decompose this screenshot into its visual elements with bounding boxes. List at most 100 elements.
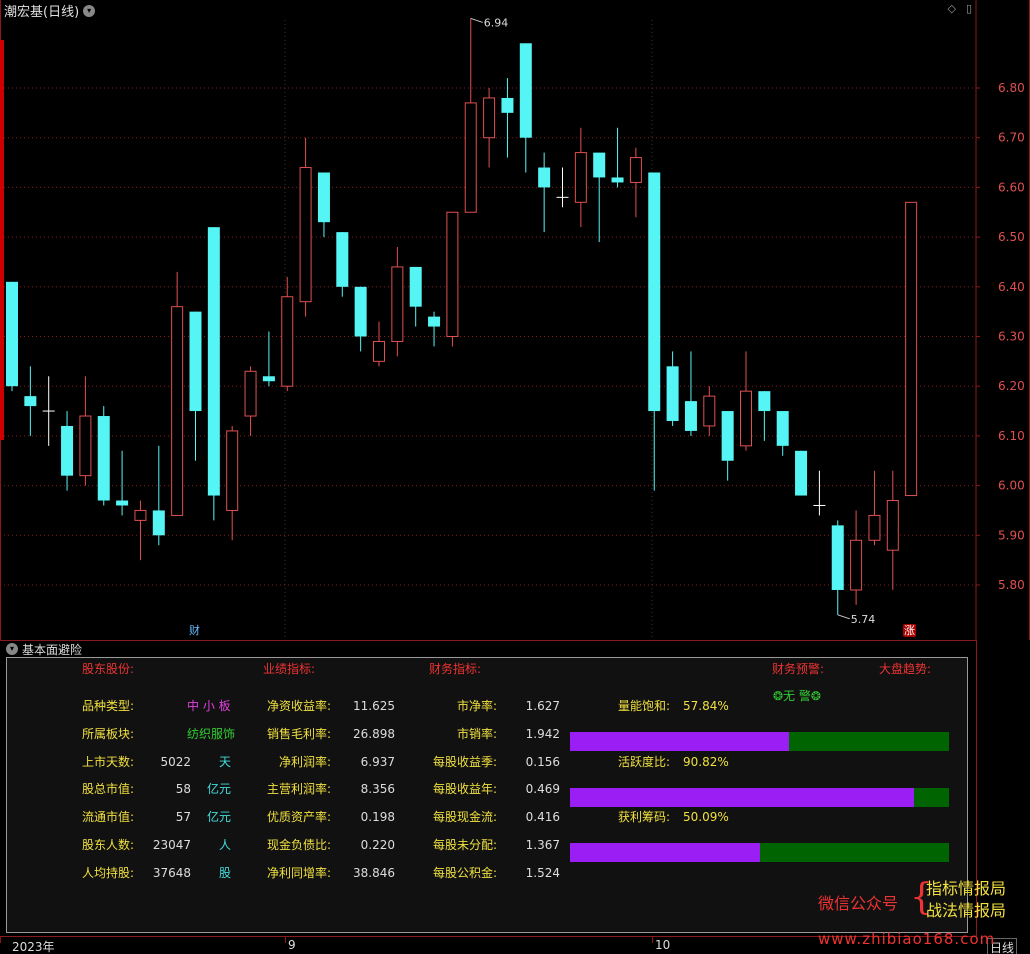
candle-body bbox=[538, 167, 551, 188]
candle-body bbox=[501, 97, 514, 113]
candle-body bbox=[189, 311, 202, 412]
candle-body bbox=[171, 306, 184, 516]
candle-body bbox=[703, 395, 716, 427]
time-tick bbox=[285, 937, 286, 943]
financial-label: 市销率: bbox=[456, 726, 497, 741]
holder-value: 纺织服饰 bbox=[187, 726, 236, 741]
header-performance: 业绩指标: bbox=[263, 662, 316, 676]
candle-body bbox=[281, 296, 294, 387]
window-controls: ◇ ▯ bbox=[947, 2, 972, 15]
price-label: 6.30 bbox=[998, 330, 1025, 344]
financial-value: 0.469 bbox=[525, 782, 560, 797]
diamond-icon[interactable]: ◇ bbox=[947, 2, 955, 15]
kline-chart-area[interactable]: 6.80 6.70 6.60 6.50 6.40 6.30 6.20 6.10 6.00 5.90… bbox=[0, 0, 1030, 640]
performance-value: 11.625 bbox=[353, 699, 395, 713]
candle-body bbox=[409, 266, 422, 307]
price-label: 5.90 bbox=[998, 528, 1025, 542]
candle-body bbox=[850, 539, 863, 591]
candle-body bbox=[886, 500, 899, 551]
candle-body bbox=[226, 430, 239, 511]
chevron-down-icon[interactable]: ▾ bbox=[6, 643, 18, 655]
candle-body bbox=[244, 370, 257, 417]
finance-badge[interactable]: 财 bbox=[188, 624, 201, 637]
meter-bar-fill bbox=[570, 843, 760, 863]
watermark-brands: 指标情报局 战法情报局 bbox=[926, 878, 1006, 922]
chart-title-bar: 潮宏基(日线) ▾ bbox=[4, 1, 96, 20]
rise-badge[interactable]: 涨 bbox=[903, 624, 916, 637]
holder-unit: 天 bbox=[219, 754, 232, 769]
candle-body bbox=[134, 509, 147, 521]
candle-body bbox=[24, 396, 37, 407]
candle-body bbox=[152, 510, 165, 536]
financial-value: 1.524 bbox=[525, 865, 560, 880]
holder-label: 人均持股: bbox=[82, 865, 135, 880]
meter-bar bbox=[570, 732, 949, 751]
price-label: 6.70 bbox=[998, 131, 1025, 145]
candle-body bbox=[574, 152, 587, 203]
candle-body bbox=[483, 97, 496, 139]
candle-body bbox=[97, 416, 110, 501]
financial-label: 每股现金流: bbox=[432, 810, 497, 825]
left-tab-strip[interactable] bbox=[0, 40, 4, 440]
holder-label: 流通市值: bbox=[82, 810, 135, 825]
meter-label: 量能饱和: bbox=[618, 699, 671, 713]
watermark-site: www.zhibiao168.com bbox=[818, 930, 996, 948]
holder-unit: 股 bbox=[219, 865, 232, 880]
performance-value: 8.356 bbox=[360, 782, 395, 797]
panel-title[interactable]: 基本面避险 bbox=[22, 641, 82, 658]
header-market: 大盘趋势: bbox=[879, 662, 932, 676]
holder-label: 品种类型: bbox=[82, 699, 135, 713]
high-arrow bbox=[470, 17, 483, 23]
meter-value: 90.82% bbox=[683, 754, 729, 769]
performance-label: 优质资产率: bbox=[266, 810, 331, 825]
candle-body bbox=[795, 450, 808, 496]
stock-title[interactable]: 潮宏基(日线) bbox=[4, 1, 79, 20]
price-label: 6.00 bbox=[998, 479, 1025, 493]
price-label: 6.20 bbox=[998, 379, 1025, 393]
candle-body bbox=[6, 281, 18, 387]
candle-body bbox=[336, 232, 349, 287]
candle-body bbox=[354, 286, 367, 337]
holder-value: 58 bbox=[175, 782, 191, 797]
candlestick-chart[interactable]: 6.80 6.70 6.60 6.50 6.40 6.30 6.20 6.10 6.00 5.90… bbox=[0, 0, 1030, 640]
meter-value: 50.09% bbox=[683, 810, 729, 825]
candle-body bbox=[262, 376, 275, 382]
holder-unit: 人 bbox=[219, 838, 232, 852]
price-label: 6.10 bbox=[998, 429, 1025, 443]
candle-body bbox=[868, 514, 881, 541]
time-tick bbox=[0, 937, 1, 943]
candle-body bbox=[721, 411, 734, 461]
meter-bar-fill bbox=[570, 732, 790, 751]
financial-value: 1.627 bbox=[525, 699, 560, 713]
performance-label: 现金负债比: bbox=[266, 838, 331, 852]
candle-body bbox=[446, 211, 459, 337]
candle-body bbox=[684, 401, 697, 431]
candle-body bbox=[464, 102, 477, 213]
price-label: 6.50 bbox=[998, 230, 1025, 244]
watermark-brand-2: 战法情报局 bbox=[926, 901, 1007, 920]
meter-bar bbox=[570, 843, 949, 863]
performance-value: 0.220 bbox=[360, 838, 395, 852]
chevron-down-icon[interactable]: ▾ bbox=[83, 4, 96, 17]
meter-bar bbox=[570, 787, 949, 807]
financial-value: 0.416 bbox=[525, 810, 560, 825]
performance-label: 主营利润率: bbox=[266, 782, 331, 797]
financial-label: 每股收益季: bbox=[432, 754, 497, 769]
meter-label: 活跃度比: bbox=[618, 754, 671, 769]
candle-body bbox=[373, 340, 385, 362]
holder-unit: 亿元 bbox=[207, 782, 232, 797]
candle-body bbox=[116, 500, 129, 506]
candle-body bbox=[428, 316, 441, 327]
scrollbar-icon[interactable]: ▯ bbox=[966, 2, 972, 15]
header-holder: 股东股份: bbox=[82, 662, 135, 676]
holder-unit: 亿元 bbox=[207, 810, 232, 825]
performance-label: 净利同增率: bbox=[266, 865, 331, 880]
candle-body bbox=[831, 525, 844, 590]
performance-value: 0.198 bbox=[360, 810, 395, 825]
time-label-sep: 9 bbox=[288, 938, 296, 952]
panel-header: ▾ 基本面避险 bbox=[0, 640, 976, 657]
holder-value: 37648 bbox=[152, 865, 191, 880]
financial-label: 每股未分配: bbox=[432, 838, 497, 852]
holder-value: 23047 bbox=[152, 838, 191, 852]
price-label: 6.60 bbox=[998, 180, 1025, 194]
